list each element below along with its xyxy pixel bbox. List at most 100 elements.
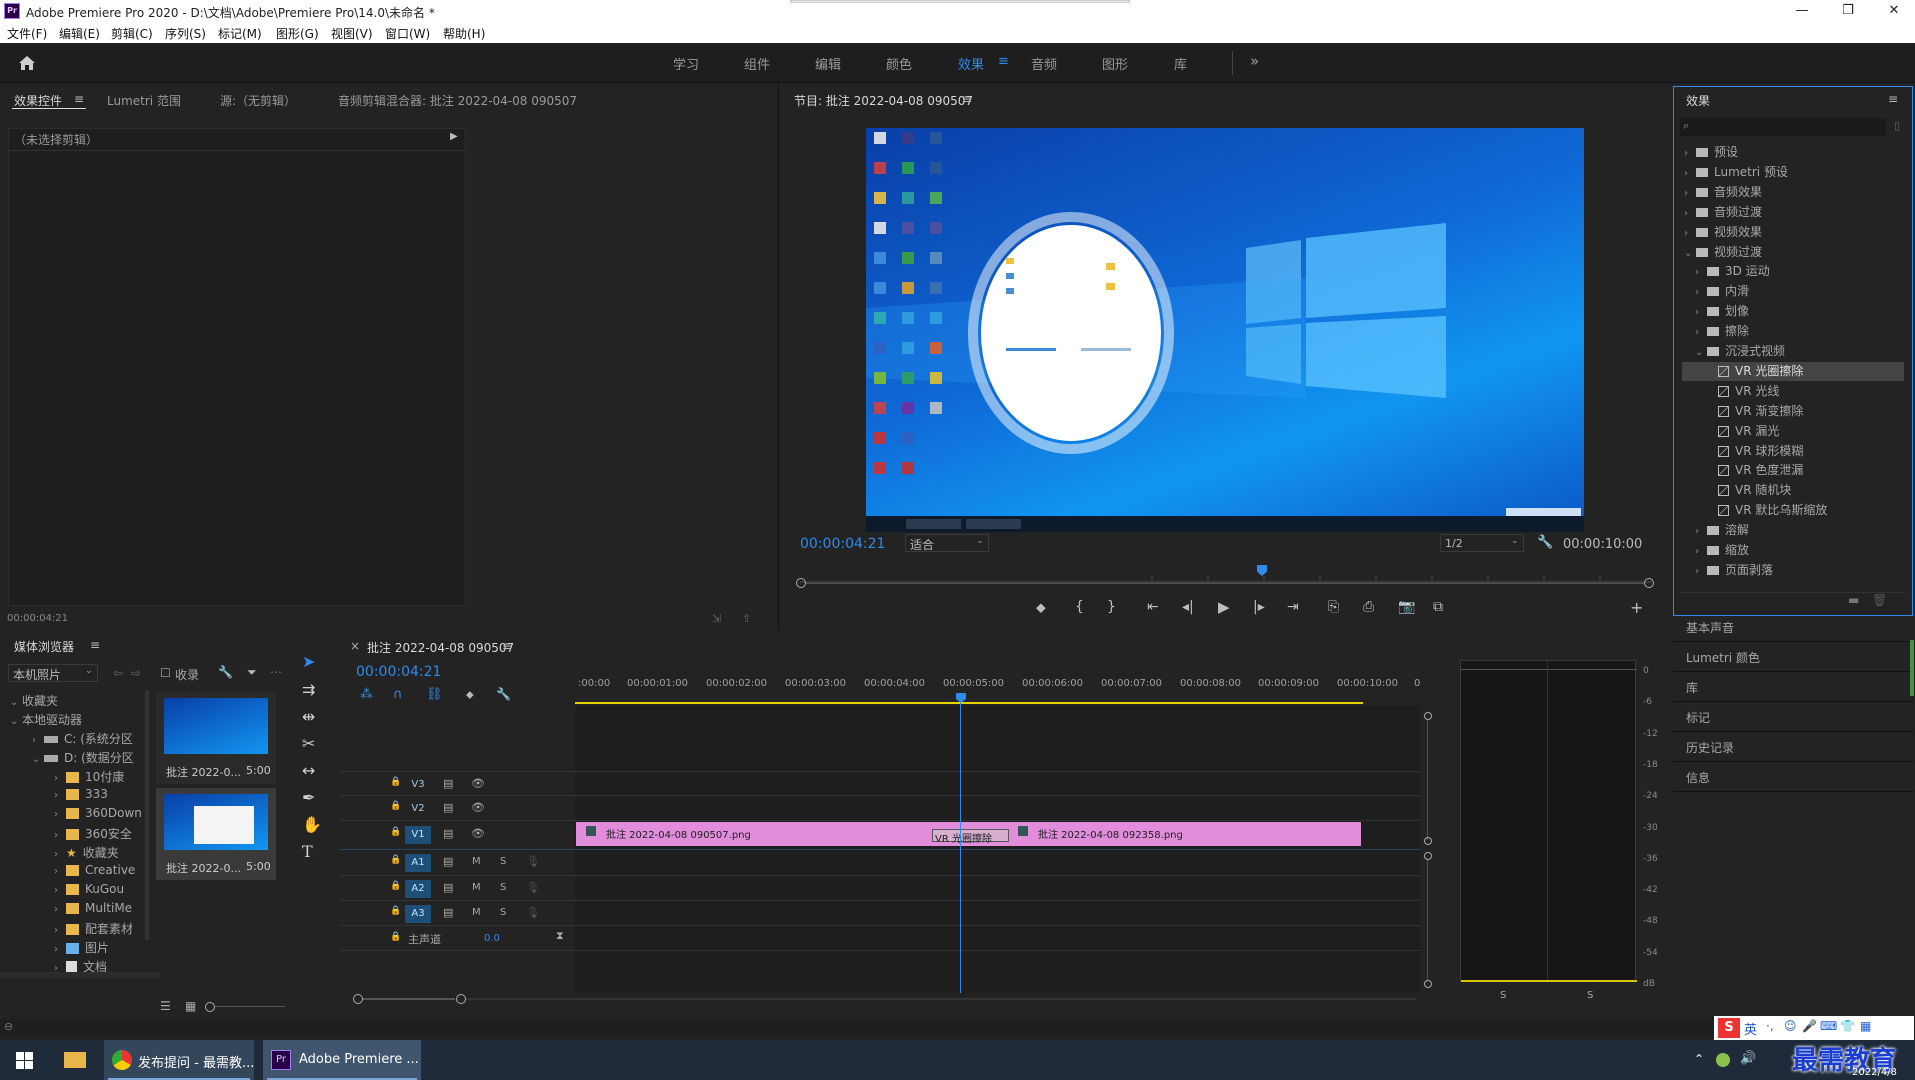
button-editor-plus-icon[interactable]: + — [1630, 598, 1643, 617]
effects-item[interactable]: ⌄ 视频过渡 — [1684, 243, 1762, 262]
effects-item[interactable]: › 音频效果 — [1684, 183, 1762, 202]
file-explorer-icon[interactable] — [64, 1052, 86, 1068]
export-frame-icon[interactable]: ⇲ — [712, 612, 721, 625]
menu-help[interactable]: 帮助(H) — [443, 25, 485, 42]
chevron-right-icon[interactable]: › — [1684, 208, 1696, 219]
tree-item[interactable]: › 图片 — [54, 939, 109, 956]
volume-icon[interactable]: 🔊 — [1740, 1051, 1756, 1066]
mute-button[interactable]: M — [472, 882, 481, 893]
media-browser-menu-icon[interactable]: ≡ — [90, 638, 100, 652]
side-panel-tab[interactable]: 标记 — [1686, 709, 1710, 726]
tree-item[interactable]: › 10付康 — [54, 768, 124, 785]
mark-out-icon[interactable]: } — [1107, 599, 1116, 615]
sogou-ime-icon[interactable]: S — [1718, 1018, 1740, 1038]
chevron-right-icon[interactable]: › — [54, 849, 66, 860]
effects-item[interactable]: VR 光圈擦除 — [1682, 361, 1904, 381]
h-zoom-handle-right[interactable] — [456, 994, 466, 1004]
chevron-down-icon[interactable]: ⌄ — [10, 697, 22, 708]
sync-lock-icon[interactable]: ▤ — [443, 777, 453, 790]
solo-button[interactable]: S — [500, 882, 506, 893]
effects-search-input[interactable]: ⌕ — [1680, 118, 1886, 136]
play-icon[interactable]: ▶ — [1218, 598, 1230, 616]
master-volume-value[interactable]: 0.0 — [484, 933, 500, 944]
settings-wrench-icon[interactable]: 🔧 — [1537, 535, 1553, 550]
effects-menu-icon[interactable]: ≡ — [1888, 92, 1898, 106]
workspace-menu-icon[interactable]: ≡ — [998, 54, 1009, 69]
zoom-handle-right[interactable] — [1644, 578, 1654, 588]
nest-toggle-icon[interactable]: ⁂ — [360, 687, 373, 702]
add-marker-icon[interactable]: ⬥ — [466, 688, 474, 702]
home-icon[interactable] — [18, 55, 36, 71]
chevron-right-icon[interactable]: › — [54, 925, 66, 936]
workspace-overflow-icon[interactable]: » — [1250, 52, 1259, 70]
lock-icon[interactable]: 🔒 — [390, 932, 401, 942]
new-bin-icon[interactable]: ▯ — [1894, 119, 1900, 132]
nav-back-icon[interactable]: ⇦ — [113, 666, 123, 680]
tree-item[interactable]: › 360安全 — [54, 825, 132, 842]
sync-lock-icon[interactable]: ▤ — [443, 855, 453, 868]
voiceover-mic-icon[interactable]: 🎙 — [526, 906, 540, 919]
sync-lock-icon[interactable]: ▤ — [443, 801, 453, 814]
v-zoom-handle-bottom[interactable] — [1424, 837, 1432, 845]
ime-language-toggle[interactable]: 英 — [1744, 1019, 1757, 1038]
zoom-slider-handle[interactable] — [205, 1002, 215, 1012]
menu-clip[interactable]: 剪辑(C) — [111, 25, 153, 42]
effects-item[interactable]: › Lumetri 预设 — [1684, 163, 1788, 182]
effects-item[interactable]: VR 光线 — [1706, 382, 1779, 401]
solo-button[interactable]: S — [500, 856, 506, 867]
compare-view-icon[interactable]: ⧉ — [1433, 599, 1443, 615]
chevron-down-icon[interactable]: ⌄ — [32, 754, 44, 765]
menu-view[interactable]: 视图(V) — [331, 25, 373, 42]
tree-item[interactable]: ⌄ 本地驱动器 — [10, 711, 82, 728]
tree-item[interactable]: ⌄ D: (数据分区 — [32, 749, 134, 766]
tree-scrollbar[interactable] — [145, 690, 149, 940]
media-thumb[interactable]: 批注 2022-0... 5:00 — [156, 788, 276, 880]
effects-item[interactable]: › 内滑 — [1695, 282, 1749, 301]
effects-item[interactable]: › 划像 — [1695, 302, 1749, 321]
minimize-button[interactable]: — — [1779, 0, 1825, 22]
tree-item[interactable]: › C: (系统分区 — [32, 730, 133, 747]
side-panel-tab[interactable]: 基本声音 — [1686, 619, 1734, 636]
expand-arrow-icon[interactable]: ▶ — [450, 131, 458, 142]
export-frame-camera-icon[interactable]: 📷 — [1398, 599, 1415, 615]
tree-item[interactable]: › KuGou — [54, 882, 124, 896]
workspace-graphics[interactable]: 图形 — [1102, 54, 1128, 73]
v-zoom-handle-top[interactable] — [1424, 712, 1432, 720]
chevron-right-icon[interactable]: › — [1684, 188, 1696, 199]
chevron-right-icon[interactable]: › — [1695, 526, 1707, 537]
side-scroll-indicator[interactable] — [1910, 640, 1914, 696]
chevron-right-icon[interactable]: › — [32, 735, 44, 746]
eye-icon[interactable]: 👁 — [471, 777, 485, 790]
add-marker-icon[interactable]: ⬥ — [1036, 600, 1046, 616]
chevron-right-icon[interactable]: › — [1695, 546, 1707, 557]
windows-start-icon[interactable] — [16, 1052, 33, 1069]
lock-icon[interactable]: 🔒 — [390, 881, 401, 891]
tree-item[interactable]: › Creative — [54, 863, 135, 877]
effects-item[interactable]: › 视频效果 — [1684, 223, 1762, 242]
workspace-assembly[interactable]: 组件 — [744, 54, 770, 73]
tab-audio-clip-mixer[interactable]: 音频剪辑混合器: 批注 2022-04-08 090507 — [338, 92, 577, 109]
snap-icon[interactable]: ∩ — [393, 687, 403, 702]
effects-item[interactable]: › 页面剥落 — [1695, 561, 1773, 580]
a-zoom-handle-bottom[interactable] — [1424, 980, 1432, 988]
chevron-right-icon[interactable]: › — [54, 809, 66, 820]
tray-overflow-icon[interactable]: ⌃ — [1694, 1052, 1704, 1066]
extract-icon[interactable]: ⎙ — [1363, 599, 1374, 615]
workspace-libraries[interactable]: 库 — [1174, 54, 1187, 73]
zoom-bar-track[interactable] — [806, 583, 1644, 584]
side-panel-tab[interactable]: 历史记录 — [1686, 739, 1734, 756]
master-end-icon[interactable]: ⧗ — [556, 929, 564, 943]
taskbar-premiere[interactable]: Pr Adobe Premiere ... — [263, 1040, 421, 1080]
track-label-a1[interactable]: A1 — [405, 854, 431, 872]
mute-button[interactable]: M — [472, 856, 481, 867]
ime-skin-icon[interactable]: 👕 — [1840, 1019, 1855, 1033]
chevron-down-icon[interactable]: ⌄ — [10, 716, 22, 727]
chevron-right-icon[interactable]: › — [1684, 148, 1696, 159]
chevron-right-icon[interactable]: › — [54, 773, 66, 784]
selection-tool-icon[interactable]: ➤ — [302, 652, 315, 671]
eye-icon[interactable]: 👁 — [471, 801, 485, 814]
lift-icon[interactable]: ⎘ — [1328, 599, 1339, 615]
chevron-right-icon[interactable]: › — [54, 866, 66, 877]
side-panel-tab[interactable]: 库 — [1686, 679, 1698, 696]
effects-item[interactable]: VR 球形模糊 — [1706, 442, 1803, 461]
